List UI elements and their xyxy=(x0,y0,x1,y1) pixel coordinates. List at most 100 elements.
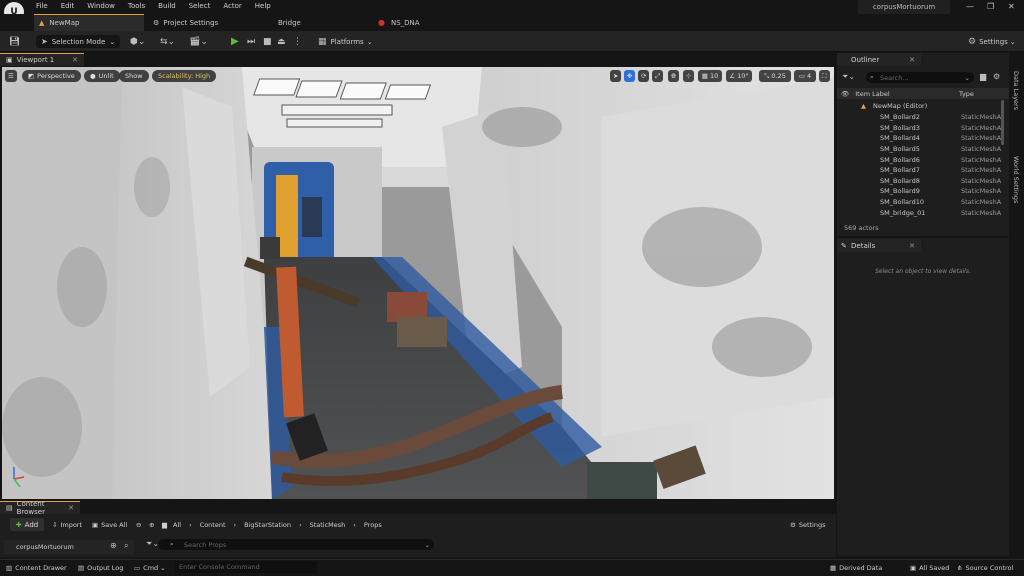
tab-project-settings[interactable]: ⚙ Project Settings xyxy=(150,14,260,31)
menu-edit[interactable]: Edit xyxy=(61,2,75,10)
close-icon[interactable]: ✕ xyxy=(68,504,74,512)
table-row[interactable]: SM_Bollard7 StaticMeshA xyxy=(837,165,1001,176)
breadcrumb-props[interactable]: Props xyxy=(364,521,382,529)
unlit-icon: ● xyxy=(90,72,96,80)
table-row[interactable]: SM_bridge_01 StaticMeshA xyxy=(837,207,1001,218)
outliner-settings-icon[interactable]: ⚙ xyxy=(993,72,1000,81)
add-icon[interactable]: ⊕ xyxy=(110,541,117,550)
scale-snap-button[interactable]: ⤡ 0.25 xyxy=(759,70,791,82)
tab-newmap[interactable]: ▲ NewMap xyxy=(34,14,144,31)
select-tool-icon[interactable]: ➤ xyxy=(610,70,622,82)
history-back-icon[interactable]: ⊖ xyxy=(136,519,141,530)
content-search-input[interactable]: ⌕ Search Props ⌄ xyxy=(158,539,434,550)
close-icon[interactable]: ✕ xyxy=(72,56,78,64)
tab-world-settings[interactable]: World Settings xyxy=(1012,156,1020,203)
tab-ns-dna[interactable]: ● NS_DNA xyxy=(378,14,468,31)
search-icon[interactable]: ⌕ xyxy=(124,541,128,551)
close-window-icon[interactable]: ✕ xyxy=(1008,2,1015,11)
cinematics-icon[interactable]: 🎬︎⌄ xyxy=(189,35,208,48)
table-row[interactable]: SM_Bollard6 StaticMeshA xyxy=(837,154,1001,165)
blueprint-icon[interactable]: ⇆⌄ xyxy=(160,35,175,48)
output-log-button[interactable]: ▤ Output Log xyxy=(78,564,123,572)
save-all-button[interactable]: ▣ Save All xyxy=(92,519,127,530)
import-label: Import xyxy=(60,520,83,529)
import-button[interactable]: ⇩ Import xyxy=(52,519,82,530)
level-viewport[interactable]: ☰ ◩ Perspective ● Unlit Show Scalability… xyxy=(2,67,834,499)
menu-window[interactable]: Window xyxy=(87,2,115,10)
eject-icon[interactable]: ⏏︎ xyxy=(277,35,286,48)
history-forward-icon[interactable]: ⊕ xyxy=(149,519,154,530)
platforms-dropdown[interactable]: ▦ Platforms ⌄ xyxy=(318,35,373,48)
derived-data-button[interactable]: ▦ Derived Data xyxy=(830,564,882,572)
scalability-button[interactable]: Scalability: High xyxy=(152,70,217,82)
add-actor-icon[interactable]: ⬢⌄ xyxy=(130,35,145,48)
visibility-icon[interactable]: 👁︎ xyxy=(841,90,849,98)
maximize-icon[interactable]: ❐ xyxy=(987,2,994,11)
save-icon[interactable]: 💾︎ xyxy=(9,35,20,48)
outliner-search-input[interactable]: ⌕ Search... ⌄ xyxy=(866,72,974,83)
menu-tools[interactable]: Tools xyxy=(128,2,145,10)
scale-tool-icon[interactable]: ⤢ xyxy=(652,70,664,82)
tab-details[interactable]: ✎ Details ✕ xyxy=(837,239,921,252)
perspective-button[interactable]: ◩ Perspective xyxy=(22,70,81,82)
rotation-snap-button[interactable]: ∠ 10° xyxy=(726,70,752,82)
tab-bridge[interactable]: Bridge xyxy=(278,14,368,31)
tab-data-layers[interactable]: Data Layers xyxy=(1012,71,1020,110)
menu-file[interactable]: File xyxy=(36,2,48,10)
camera-speed-button[interactable]: ▭ 4 xyxy=(794,70,816,82)
selection-mode-dropdown[interactable]: ➤ Selection Mode ⌄ xyxy=(36,35,121,48)
column-type[interactable]: Type xyxy=(959,90,974,98)
source-control-button[interactable]: ⋔ Source Control xyxy=(957,564,1013,572)
outliner-root-row[interactable]: ▲ NewMap (Editor) xyxy=(837,101,1001,112)
add-folder-icon[interactable]: ▆ xyxy=(980,72,986,81)
table-row[interactable]: SM_Bollard8 StaticMeshA xyxy=(837,176,1001,187)
world-space-icon[interactable]: 🌐︎ xyxy=(668,70,680,82)
tab-outliner[interactable]: Outliner ✕ xyxy=(837,53,921,66)
viewport-menu-icon[interactable]: ☰ xyxy=(5,70,17,82)
breadcrumb-bigstarstation[interactable]: BigStarStation xyxy=(244,521,291,529)
minimize-icon[interactable]: — xyxy=(966,2,974,11)
close-icon[interactable]: ✕ xyxy=(909,242,915,250)
tab-viewport[interactable]: ▣ Viewport 1 ✕ xyxy=(0,53,84,66)
all-saved-button[interactable]: ▣ All Saved xyxy=(910,564,949,572)
breadcrumb-staticmesh[interactable]: StaticMesh xyxy=(310,521,346,529)
stop-icon[interactable]: ■ xyxy=(263,35,272,48)
menu-actor[interactable]: Actor xyxy=(223,2,241,10)
table-row[interactable]: SM_Bollard2 StaticMeshA xyxy=(837,112,1001,123)
cmd-dropdown[interactable]: ▭ Cmd ⌄ xyxy=(134,564,166,572)
surface-snap-icon[interactable]: ⊹ xyxy=(683,70,695,82)
source-control-icon: ⋔ xyxy=(957,564,963,572)
content-drawer-button[interactable]: ▥ Content Drawer xyxy=(6,564,67,572)
level-icon: ▲ xyxy=(39,19,45,27)
close-icon[interactable]: ✕ xyxy=(909,56,915,64)
column-item-label[interactable]: Item Label xyxy=(855,90,889,98)
table-row[interactable]: SM_Bollard5 StaticMeshA xyxy=(837,144,1001,155)
play-options-icon[interactable]: ⋮ xyxy=(293,35,302,48)
filter-icon[interactable]: ⏷⌄ xyxy=(842,72,855,82)
row-type: StaticMeshA xyxy=(961,155,1002,164)
table-row[interactable]: SM_Bollard9 StaticMeshA xyxy=(837,186,1001,197)
settings-button[interactable]: ⚙ Settings ⌄ xyxy=(968,35,1016,48)
console-input[interactable]: Enter Console Command xyxy=(175,561,317,573)
menu-select[interactable]: Select xyxy=(189,2,211,10)
grid-snap-button[interactable]: ▦ 10 xyxy=(698,70,722,82)
breadcrumb-content[interactable]: Content xyxy=(200,521,226,529)
view-mode-button[interactable]: ● Unlit xyxy=(84,70,120,82)
table-row[interactable]: SM_Bollard10 StaticMeshA xyxy=(837,197,1001,208)
table-row[interactable]: SM_Bollard3 StaticMeshA xyxy=(837,123,1001,134)
tab-content-browser[interactable]: ▤ Content Browser ✕ xyxy=(0,500,80,516)
rotate-tool-icon[interactable]: ⟳ xyxy=(638,70,650,82)
maximize-viewport-icon[interactable]: ⛶ xyxy=(819,70,830,82)
content-browser-settings-button[interactable]: ⚙ Settings xyxy=(790,519,826,530)
show-button[interactable]: Show xyxy=(119,70,149,82)
menu-help[interactable]: Help xyxy=(255,2,271,10)
niagara-icon: ● xyxy=(378,18,385,27)
add-button[interactable]: ✚ Add xyxy=(10,518,44,531)
table-row[interactable]: SM_Bollard4 StaticMeshA xyxy=(837,133,1001,144)
menu-build[interactable]: Build xyxy=(158,2,176,10)
step-icon[interactable]: ⏭︎ xyxy=(247,35,255,48)
breadcrumb-all[interactable]: All xyxy=(173,521,181,529)
outliner-scrollbar[interactable] xyxy=(1001,100,1004,145)
play-button[interactable]: ▶ xyxy=(231,35,239,48)
translate-tool-icon[interactable]: ✥ xyxy=(624,70,636,82)
